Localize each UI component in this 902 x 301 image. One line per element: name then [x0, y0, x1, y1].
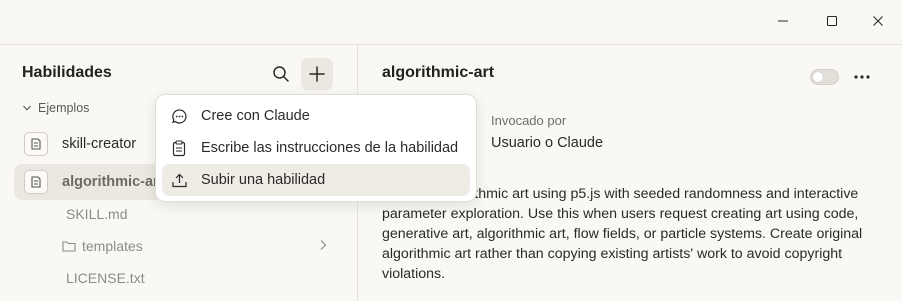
add-skill-button[interactable]	[301, 58, 333, 90]
title-bar	[0, 0, 902, 44]
chevron-down-icon	[23, 105, 31, 111]
menu-item-create-with-claude[interactable]: Cree con Claude	[162, 100, 470, 132]
plus-icon	[309, 66, 325, 82]
file-item-skill-md[interactable]: SKILL.md	[66, 206, 127, 222]
menu-item-write-instructions[interactable]: Escribe las instrucciones de la habilida…	[162, 132, 470, 164]
add-skill-menu: Cree con Claude Escribe las instruccione…	[155, 94, 477, 202]
minimize-icon	[778, 20, 788, 22]
more-horizontal-icon	[854, 75, 870, 79]
search-icon	[273, 66, 289, 82]
maximize-icon	[826, 15, 838, 27]
file-label: LICENSE.txt	[66, 270, 145, 286]
sidebar-title: Habilidades	[22, 64, 112, 81]
minimize-button[interactable]	[770, 8, 796, 34]
maximize-button[interactable]	[819, 8, 845, 34]
folder-label: templates	[82, 238, 143, 254]
file-label: SKILL.md	[66, 206, 128, 222]
section-header-ejemplos[interactable]: Ejemplos	[22, 101, 89, 115]
folder-icon	[62, 241, 76, 252]
invoked-by-label: Invocado por	[491, 113, 567, 128]
document-icon	[24, 170, 48, 194]
close-button[interactable]	[865, 8, 891, 34]
chevron-right-icon[interactable]	[318, 238, 328, 256]
document-icon	[24, 132, 48, 156]
search-button[interactable]	[265, 58, 297, 90]
menu-item-label: Subir una habilidad	[201, 172, 326, 188]
skill-label: algorithmic-art	[62, 174, 164, 190]
menu-item-upload-skill[interactable]: Subir una habilidad	[162, 164, 470, 196]
invoked-by-value: Usuario o Claude	[491, 135, 604, 151]
clipboard-icon	[170, 139, 188, 157]
menu-item-label: Escribe las instrucciones de la habilida…	[201, 140, 459, 156]
upload-icon	[170, 171, 188, 189]
section-label: Ejemplos	[38, 101, 90, 115]
skill-enabled-toggle[interactable]	[810, 69, 839, 85]
chat-icon	[170, 107, 188, 125]
skill-label: skill-creator	[62, 136, 137, 152]
more-options-button[interactable]	[850, 65, 874, 89]
close-icon	[873, 16, 883, 26]
toggle-knob	[813, 72, 823, 82]
file-item-license[interactable]: LICENSE.txt	[66, 270, 145, 286]
folder-item-templates[interactable]: templates	[62, 238, 143, 254]
skill-title: algorithmic-art	[382, 64, 495, 81]
menu-item-label: Cree con Claude	[201, 108, 310, 124]
